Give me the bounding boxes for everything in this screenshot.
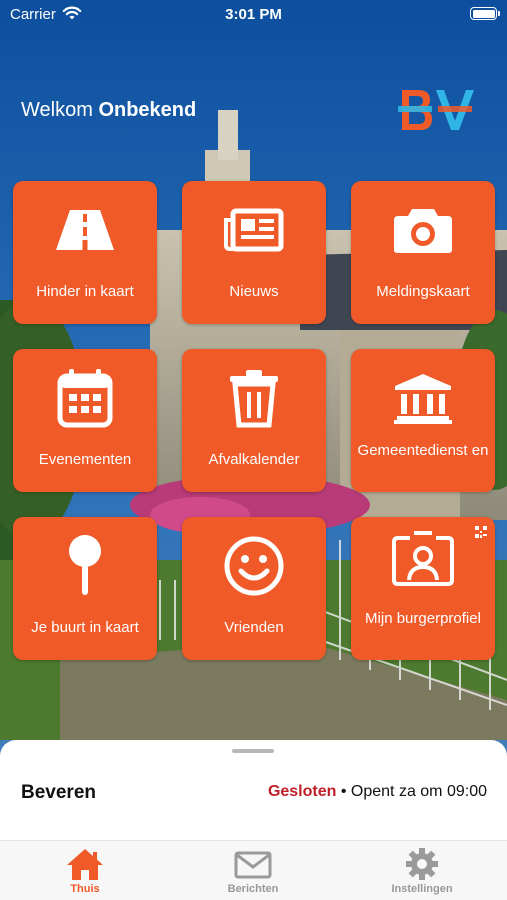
tile-label: Mijn burgerprofiel [365, 610, 481, 627]
tile-mijn-burgerprofiel[interactable]: Mijn burgerprofiel [351, 517, 495, 660]
tile-label: Gemeentedienst en [357, 442, 489, 459]
calendar-icon [13, 365, 157, 431]
user-name: Onbekend [98, 99, 197, 121]
city-name: Beveren [21, 782, 96, 803]
tile-afvalkalender[interactable]: Afvalkalender [182, 349, 326, 492]
tile-label: Meldingskaart [376, 283, 470, 300]
tile-label: Je buurt in kaart [31, 619, 139, 636]
location-sheet[interactable]: Beveren Gesloten • Opent za om 09:00 [0, 740, 507, 840]
gear-icon [362, 847, 482, 881]
battery-icon [470, 7, 500, 20]
government-building-icon [351, 365, 495, 431]
tab-label: Instellingen [391, 883, 453, 895]
tile-vrienden[interactable]: Vrienden [182, 517, 326, 660]
home-icon [25, 847, 145, 881]
tile-meldingskaart[interactable]: Meldingskaart [351, 181, 495, 324]
tile-hinder-in-kaart[interactable]: Hinder in kaart [13, 181, 157, 324]
tab-berichten[interactable]: Berichten [193, 847, 313, 899]
tile-label: Nieuws [229, 283, 279, 300]
tile-label: Afvalkalender [208, 451, 300, 468]
closed-label: Gesloten [267, 783, 337, 800]
tab-label: Thuis [70, 883, 100, 895]
smiley-icon [182, 533, 326, 599]
tile-label: Vrienden [224, 619, 284, 636]
next-opening: Opent za om 09:00 [350, 783, 487, 800]
profile-id-icon [351, 527, 495, 593]
tab-thuis[interactable]: Thuis [25, 847, 145, 899]
tile-je-buurt-in-kaart[interactable]: Je buurt in kaart [13, 517, 157, 660]
status-separator: • [336, 783, 351, 800]
tab-label: Berichten [227, 883, 279, 895]
opening-status: Gesloten • Opent za om 09:00 [268, 783, 487, 801]
welcome-message: Welkom Onbekend [21, 99, 196, 122]
clock: 3:01 PM [225, 6, 282, 23]
tab-bar: Thuis Berichten Instellingen [0, 840, 507, 900]
bv-logo [398, 87, 478, 133]
tab-instellingen[interactable]: Instellingen [362, 847, 482, 899]
road-icon [13, 197, 157, 263]
tile-label: Evenementen [38, 451, 132, 468]
map-pin-icon [13, 533, 157, 599]
tile-gemeentediensten[interactable]: Gemeentedienst en [351, 349, 495, 492]
welcome-prefix: Welkom [21, 99, 93, 121]
mail-icon [193, 847, 313, 881]
newspaper-icon [182, 197, 326, 263]
tile-nieuws[interactable]: Nieuws [182, 181, 326, 324]
status-bar: Carrier 3:01 PM [0, 0, 507, 30]
tile-evenementen[interactable]: Evenementen [13, 349, 157, 492]
sheet-grabber[interactable] [232, 749, 274, 753]
camera-icon [351, 197, 495, 263]
trash-icon [182, 365, 326, 431]
tile-label: Hinder in kaart [36, 283, 134, 300]
